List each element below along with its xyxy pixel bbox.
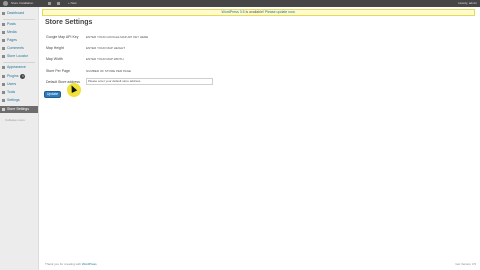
- page-title: Store Settings: [45, 19, 93, 26]
- admin-bar-icons: [48, 2, 60, 5]
- wordpress-logo-icon[interactable]: [3, 1, 8, 6]
- sidebar-item-label: Tools: [7, 90, 16, 94]
- sidebar-item-label: Posts: [7, 22, 16, 26]
- update-notice: WordPress 3.5 is available! Please updat…: [42, 9, 475, 16]
- map-width-input[interactable]: ENTER YOUR MAP WIDTH: [86, 56, 124, 62]
- sidebar-item-label: Dashboard: [7, 11, 25, 15]
- store-per-page-input[interactable]: NUMBER OF STORE PER PAGE: [86, 68, 131, 74]
- plugin-icon: [2, 75, 5, 78]
- field-label: Map Width: [46, 57, 63, 61]
- site-name-link[interactable]: Store Installation: [11, 0, 33, 7]
- media-icon: [2, 31, 5, 34]
- field-label: Google Map API Key: [46, 35, 79, 39]
- sidebar-item-label: Comments: [7, 46, 24, 50]
- sidebar-item-tools[interactable]: Tools: [0, 89, 38, 96]
- users-icon: [2, 83, 5, 86]
- admin-sidebar: Dashboard Posts Media Pages Comments Sto…: [0, 7, 39, 270]
- wrench-icon: [2, 91, 5, 94]
- sidebar-item-pages[interactable]: Pages: [0, 37, 38, 44]
- map-height-input[interactable]: ENTER YOUR MAP HEIGHT: [86, 45, 125, 51]
- comments-icon[interactable]: [57, 2, 60, 5]
- footer-text: Thank you for creating with: [45, 262, 82, 266]
- sidebar-item-label: Users: [7, 82, 17, 86]
- sidebar-item-label: Pages: [7, 38, 17, 42]
- comment-icon: [2, 47, 5, 50]
- field-label: Map Height: [46, 46, 64, 50]
- sidebar-item-comments[interactable]: Comments: [0, 45, 38, 52]
- sidebar-item-label: Media: [7, 30, 17, 34]
- notice-text: is available!: [244, 10, 265, 14]
- sidebar-item-store-settings[interactable]: Store Settings: [0, 106, 38, 113]
- brush-icon: [2, 66, 5, 69]
- api-key-input[interactable]: ENTER YOUR GOOGLE MAP API KEY HERE: [86, 34, 148, 40]
- sidebar-item-appearance[interactable]: Appearance: [0, 64, 38, 71]
- sidebar-item-media[interactable]: Media: [0, 29, 38, 36]
- sidebar-item-plugins[interactable]: Plugins 1: [0, 73, 38, 80]
- update-button[interactable]: Update: [44, 91, 61, 98]
- admin-bar: Store Installation + New Howdy, admin: [0, 0, 480, 7]
- sidebar-item-label: Appearance: [7, 65, 26, 69]
- menu-separator: [3, 19, 35, 20]
- update-version-link[interactable]: WordPress 3.5: [222, 10, 245, 14]
- wordpress-link[interactable]: WordPress: [82, 262, 97, 266]
- user-account-link[interactable]: Howdy, admin: [458, 0, 477, 7]
- pin-icon: [2, 23, 5, 26]
- updates-icon[interactable]: [48, 2, 51, 5]
- menu-separator: [3, 62, 35, 63]
- location-icon: [2, 55, 5, 58]
- update-now-link[interactable]: Please update now.: [265, 10, 296, 14]
- new-content-link[interactable]: + New: [68, 0, 77, 7]
- sidebar-item-label: Store Settings: [7, 107, 29, 111]
- default-address-input[interactable]: Please enter your default store address: [86, 78, 213, 85]
- sidebar-item-posts[interactable]: Posts: [0, 21, 38, 28]
- footer-credit: Thank you for creating with WordPress: [45, 262, 97, 266]
- sidebar-item-label: Plugins 1: [7, 73, 26, 79]
- sidebar-item-label: Settings: [7, 98, 20, 102]
- sidebar-item-users[interactable]: Users: [0, 81, 38, 88]
- store-icon: [2, 108, 5, 111]
- sidebar-item-label: Store Locator: [7, 54, 29, 58]
- sidebar-item-dashboard[interactable]: Dashboard: [0, 10, 38, 17]
- update-count-badge: 1: [20, 73, 26, 79]
- settings-icon: [2, 99, 5, 102]
- dashboard-icon: [2, 12, 5, 15]
- sidebar-item-store-locator[interactable]: Store Locator: [0, 53, 38, 60]
- page-icon: [2, 39, 5, 42]
- field-label: Store Per Page: [46, 69, 70, 73]
- collapse-menu-link[interactable]: Collapse menu: [5, 118, 25, 122]
- footer-version-link[interactable]: Get Version 3.5: [455, 262, 476, 266]
- sidebar-item-settings[interactable]: Settings: [0, 97, 38, 104]
